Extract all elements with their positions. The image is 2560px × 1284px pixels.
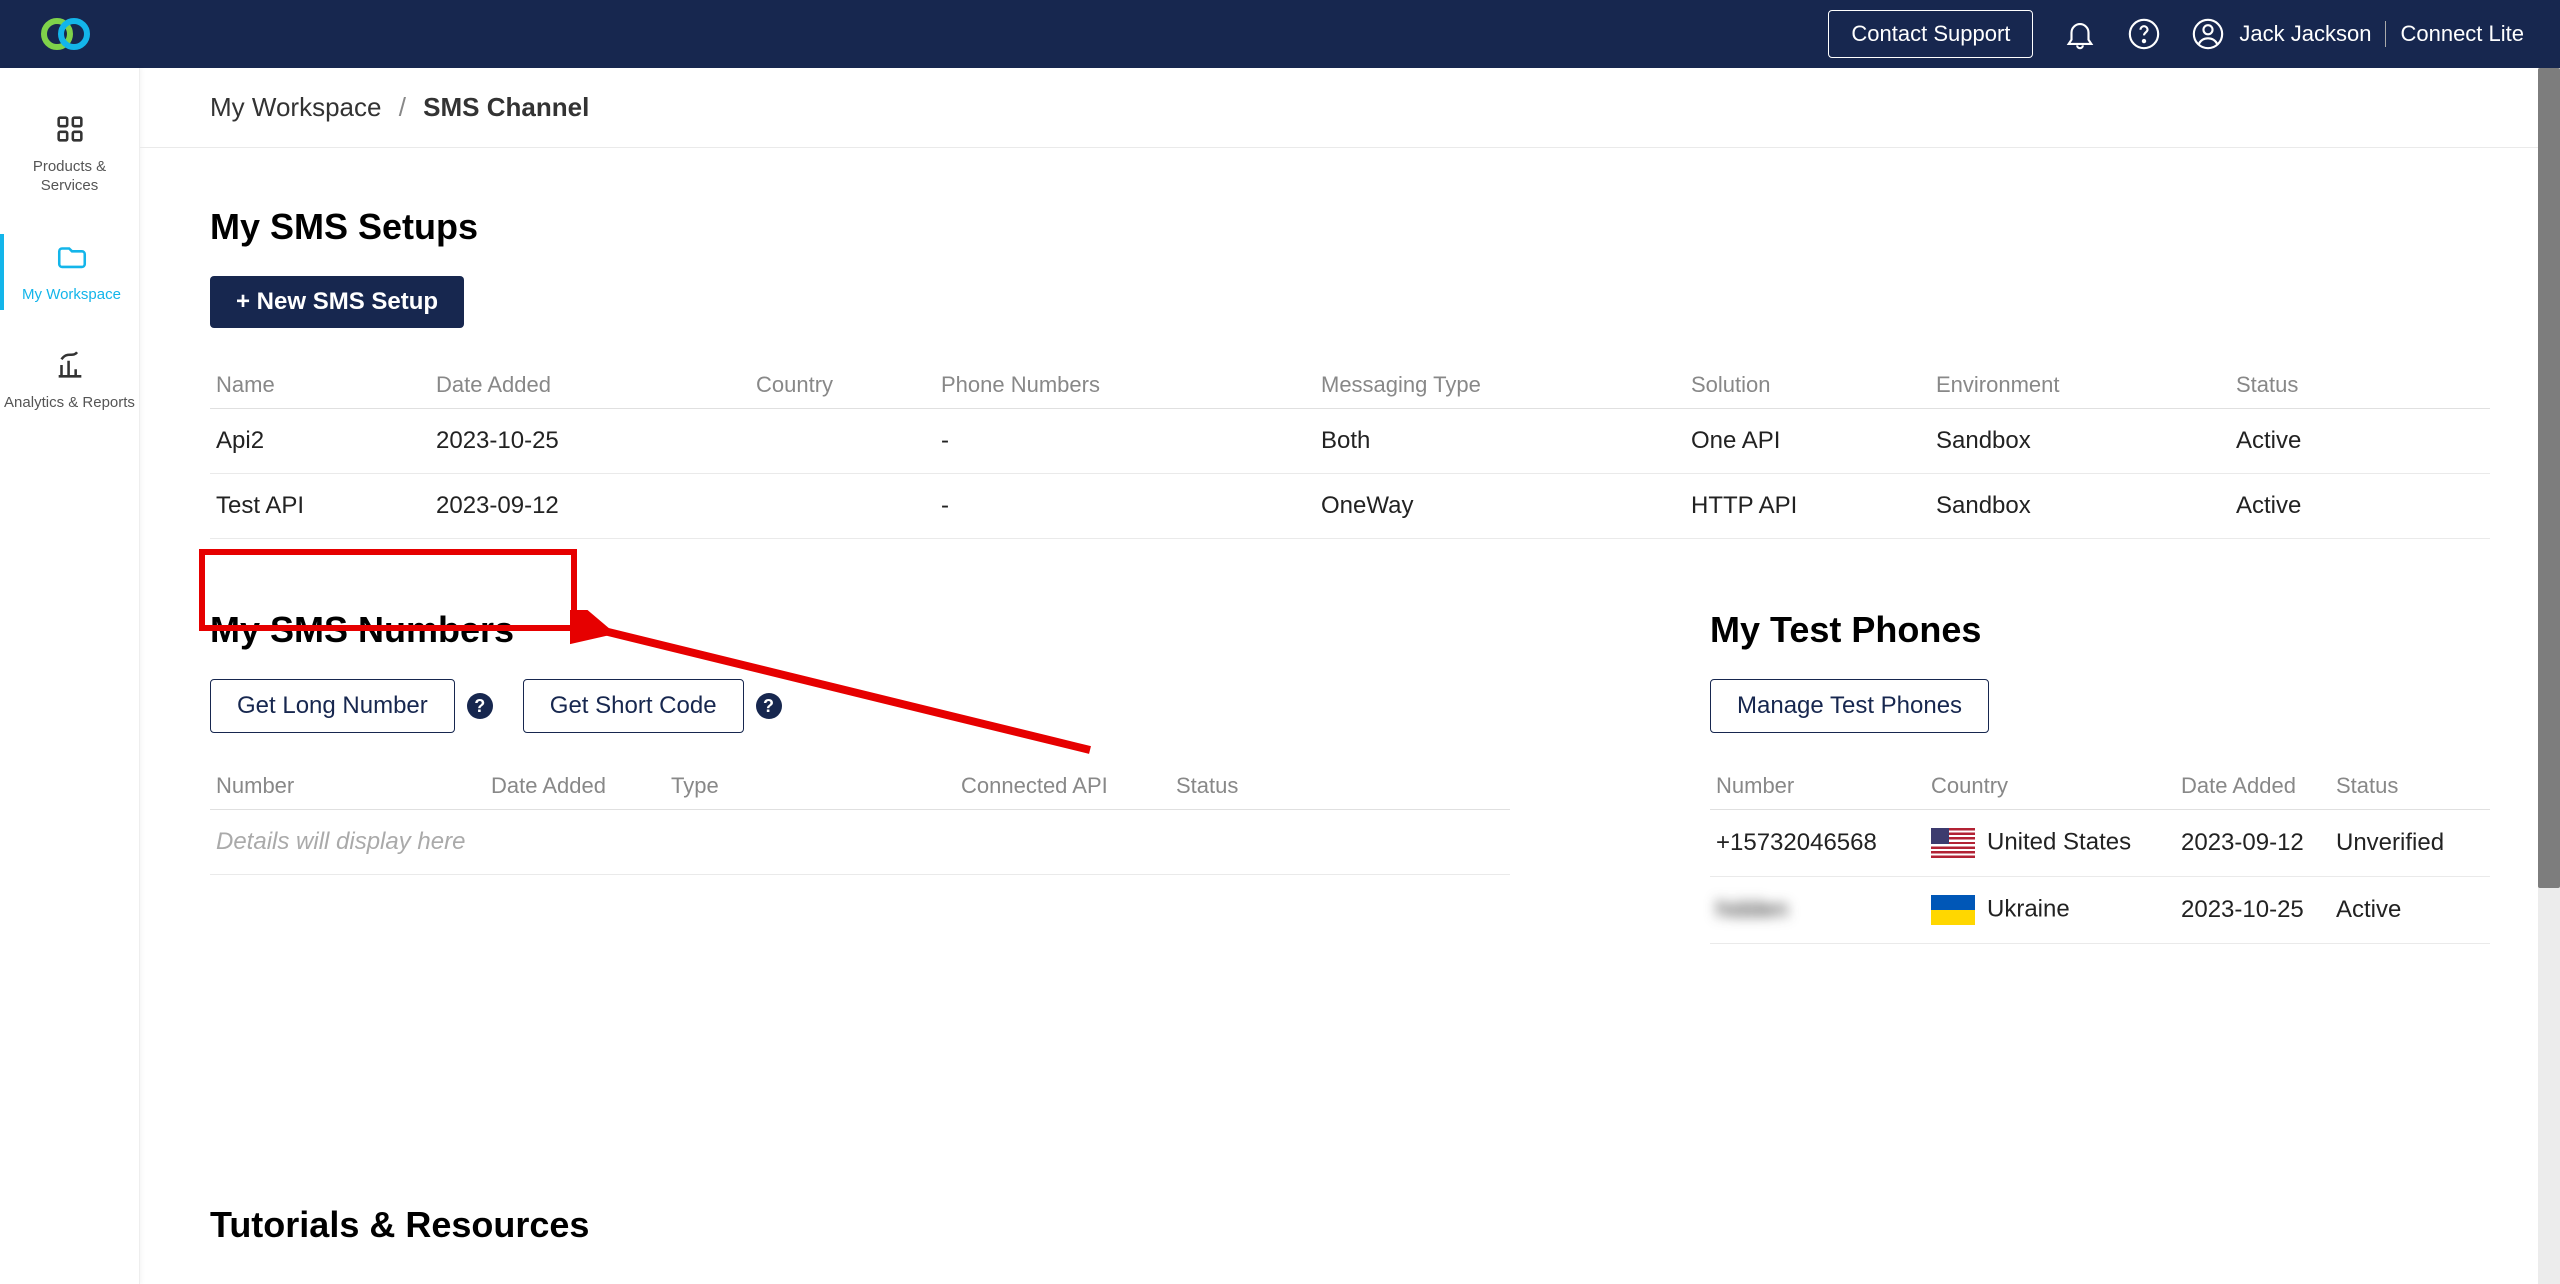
cell-country [750,474,935,539]
help-icon[interactable]: ? [756,693,782,719]
cell-status: Active [2230,409,2490,474]
cell-name: Test API [210,474,430,539]
cell-msgtype: OneWay [1315,474,1685,539]
plan-name: Connect Lite [2400,21,2524,47]
cell-phone: - [935,409,1315,474]
new-sms-setup-button[interactable]: + New SMS Setup [210,276,464,328]
sidebar-item-label: Analytics & Reports [2,394,137,413]
cell-country: United States [1925,810,2175,877]
cell-number: +15732046568 [1710,810,1925,877]
breadcrumb-current: SMS Channel [423,92,589,122]
cell-date: 2023-09-12 [2175,810,2330,877]
cell-msgtype: Both [1315,409,1685,474]
col-solution[interactable]: Solution [1685,362,1930,409]
cell-date: 2023-10-25 [430,409,750,474]
cell-status: Active [2330,877,2490,944]
sidebar-item-products[interactable]: Products & Services [0,106,139,202]
flag-ua-icon [1931,895,1975,925]
cell-country: Ukraine [1925,877,2175,944]
help-icon[interactable] [2127,17,2161,51]
cell-name: Api2 [210,409,430,474]
col-country[interactable]: Country [750,362,935,409]
scrollbar[interactable] [2538,68,2560,1284]
sidebar: Products & Services My Workspace Analyti… [0,68,140,1284]
col-messaging-type[interactable]: Messaging Type [1315,362,1685,409]
col-status[interactable]: Status [2230,362,2490,409]
cell-solution: HTTP API [1685,474,1930,539]
notifications-icon[interactable] [2063,17,2097,51]
breadcrumb-root[interactable]: My Workspace [210,92,381,122]
sms-setups-table: Name Date Added Country Phone Numbers Me… [210,362,2490,539]
sms-setups-title: My SMS Setups [210,206,2490,248]
user-menu[interactable]: Jack Jackson Connect Lite [2191,17,2524,51]
col-date-added[interactable]: Date Added [485,763,665,810]
table-row[interactable]: hidden Ukraine 2023-10-25 Active [1710,877,2490,944]
col-environment[interactable]: Environment [1930,362,2230,409]
blurred-number: hidden [1716,896,1788,923]
content-area: My Workspace / SMS Channel My SMS Setups… [140,68,2560,1284]
get-long-number-button[interactable]: Get Long Number [210,679,455,733]
col-name[interactable]: Name [210,362,430,409]
sidebar-item-workspace[interactable]: My Workspace [0,234,139,311]
sidebar-item-label: My Workspace [6,286,137,305]
cell-country-text: Ukraine [1987,895,2070,922]
table-row[interactable]: Test API 2023-09-12 - OneWay HTTP API Sa… [210,474,2490,539]
manage-test-phones-button[interactable]: Manage Test Phones [1710,679,1989,733]
get-short-code-button[interactable]: Get Short Code [523,679,744,733]
tutorials-title: Tutorials & Resources [210,1204,2490,1246]
cell-env: Sandbox [1930,474,2230,539]
breadcrumb-sep: / [399,92,406,122]
vertical-divider [2385,21,2386,47]
contact-support-button[interactable]: Contact Support [1828,10,2033,58]
col-number[interactable]: Number [210,763,485,810]
sms-numbers-title: My SMS Numbers [210,609,1510,651]
flag-us-icon [1931,828,1975,858]
cell-date: 2023-10-25 [2175,877,2330,944]
col-date-added[interactable]: Date Added [430,362,750,409]
cell-date: 2023-09-12 [430,474,750,539]
col-status[interactable]: Status [2330,763,2490,810]
sidebar-item-label: Products & Services [2,158,137,196]
cell-number: hidden [1710,877,1925,944]
test-phones-title: My Test Phones [1710,609,2490,651]
help-icon[interactable]: ? [467,693,493,719]
col-country[interactable]: Country [1925,763,2175,810]
cell-country-text: United States [1987,828,2131,855]
topbar: Contact Support Jack Jackson Connect Lit… [0,0,2560,68]
col-connected-api[interactable]: Connected API [955,763,1170,810]
user-icon [2191,17,2225,51]
empty-message: Details will display here [210,810,1510,875]
col-status[interactable]: Status [1170,763,1510,810]
cell-country [750,409,935,474]
col-phone-numbers[interactable]: Phone Numbers [935,362,1315,409]
col-date-added[interactable]: Date Added [2175,763,2330,810]
sidebar-item-analytics[interactable]: Analytics & Reports [0,342,139,419]
cell-status: Active [2230,474,2490,539]
table-row[interactable]: +15732046568 United States 2023-09-12 Un… [1710,810,2490,877]
cell-phone: - [935,474,1315,539]
col-number[interactable]: Number [1710,763,1925,810]
breadcrumb: My Workspace / SMS Channel [140,68,2560,148]
brand-logo[interactable] [36,14,96,54]
cell-env: Sandbox [1930,409,2230,474]
scrollbar-thumb[interactable] [2538,68,2560,888]
user-name: Jack Jackson [2239,21,2371,47]
cell-status: Unverified [2330,810,2490,877]
col-type[interactable]: Type [665,763,955,810]
sms-numbers-table: Number Date Added Type Connected API Sta… [210,763,1510,810]
test-phones-table: Number Country Date Added Status +157320… [1710,763,2490,944]
cell-solution: One API [1685,409,1930,474]
table-row[interactable]: Api2 2023-10-25 - Both One API Sandbox A… [210,409,2490,474]
